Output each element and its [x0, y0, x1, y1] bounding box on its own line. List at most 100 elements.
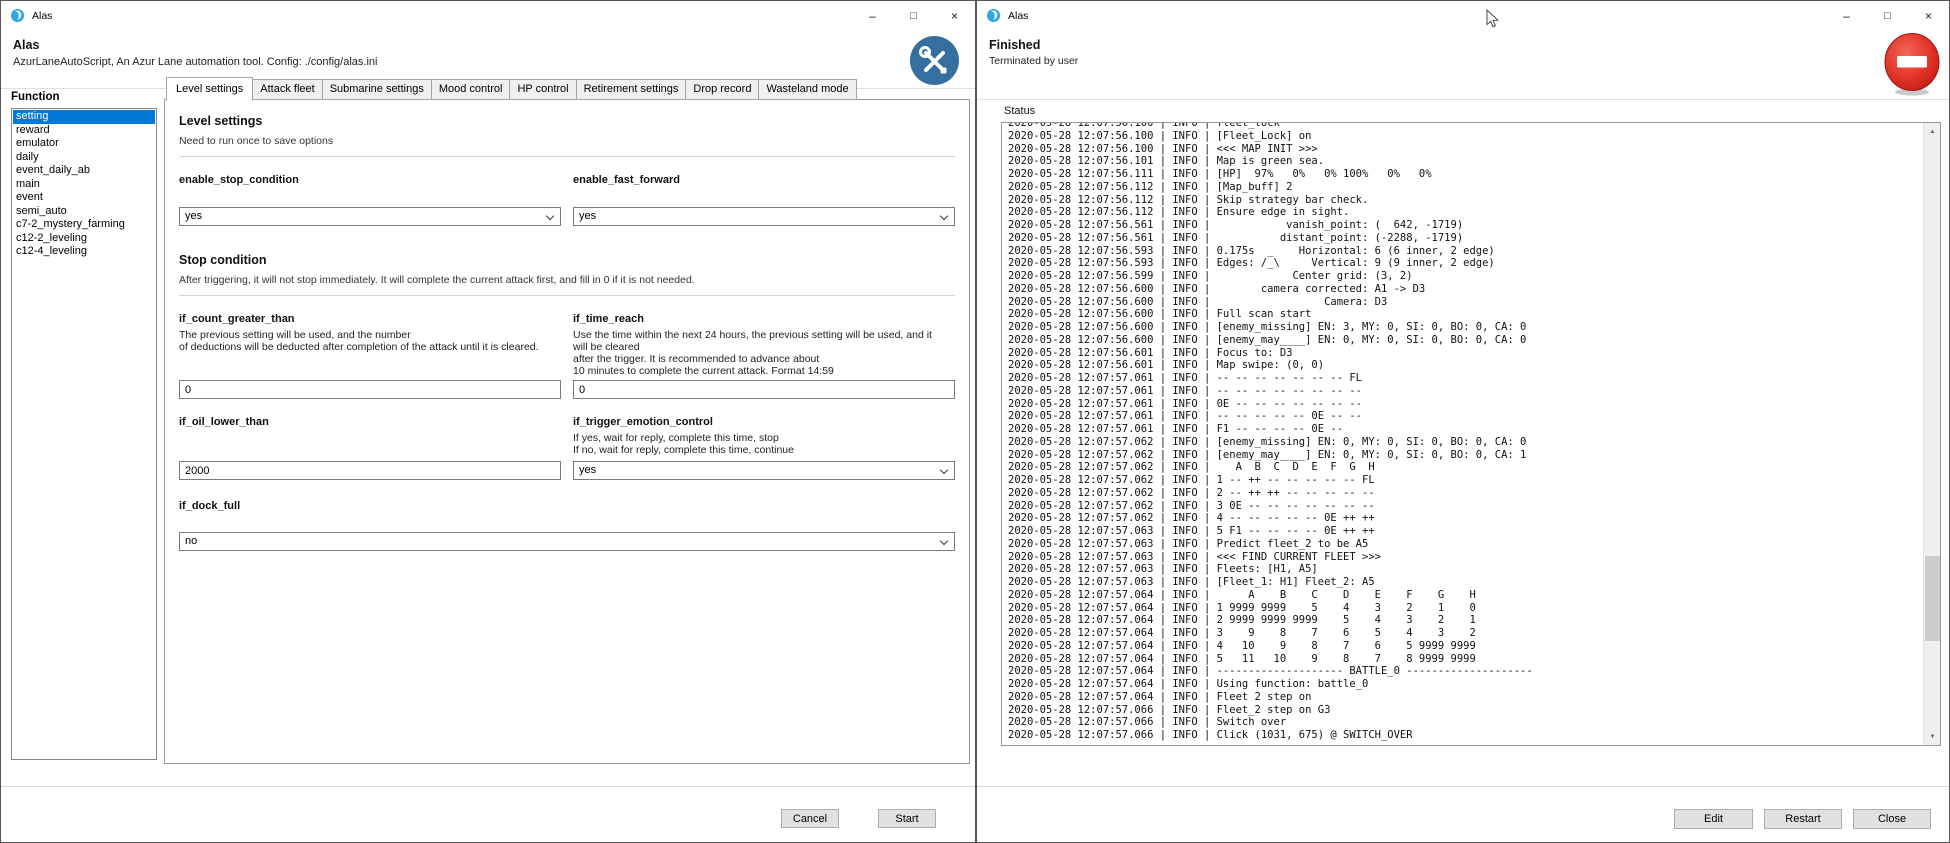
log-line: 2020-05-28 12:07:56.111 | INFO | [HP] 97…: [1008, 168, 1923, 181]
header: Finished Terminated by user: [977, 30, 1949, 100]
log-line: 2020-05-28 12:07:56.112 | INFO | Ensure …: [1008, 206, 1923, 219]
titlebar[interactable]: Alas – □ ×: [1, 1, 975, 30]
function-list-item[interactable]: event_daily_ab: [13, 164, 155, 178]
log-line: 2020-05-28 12:07:56.100 | INFO | [Fleet_…: [1008, 130, 1923, 143]
minimize-icon[interactable]: –: [1826, 1, 1867, 30]
log-line: 2020-05-28 12:07:57.062 | INFO | 4 -- --…: [1008, 512, 1923, 525]
tab[interactable]: Drop record: [685, 79, 759, 100]
log-line: 2020-05-28 12:07:57.063 | INFO | [Fleet_…: [1008, 576, 1923, 589]
scrollbar-thumb[interactable]: [1925, 556, 1940, 641]
log-line: 2020-05-28 12:07:56.600 | INFO | camera …: [1008, 283, 1923, 296]
if-count-greater-than-input[interactable]: [179, 380, 561, 399]
function-list-item[interactable]: c12-2_leveling: [13, 232, 155, 246]
tab[interactable]: Attack fleet: [252, 79, 322, 100]
log-line: 2020-05-28 12:07:56.600 | INFO | [enemy_…: [1008, 321, 1923, 334]
enable-fast-forward-select[interactable]: yes: [573, 207, 955, 226]
chevron-down-icon: [546, 212, 554, 220]
log-viewport: 2020-05-28 12:07:56.100 | INFO | fleet_l…: [1002, 123, 1923, 745]
log-line: 2020-05-28 12:07:57.064 | INFO | 5 11 10…: [1008, 653, 1923, 666]
if-oil-lower-than-input[interactable]: [179, 461, 561, 480]
log-line: 2020-05-28 12:07:57.064 | INFO | Fleet 2…: [1008, 691, 1923, 704]
cancel-button[interactable]: Cancel: [781, 809, 839, 828]
function-list-item[interactable]: emulator: [13, 137, 155, 151]
field-if-count-greater-than: if_count_greater_than The previous setti…: [179, 313, 561, 399]
field-desc: If yes, wait for reply, complete this ti…: [573, 432, 955, 456]
log-line: 2020-05-28 12:07:57.064 | INFO | 4 10 9 …: [1008, 640, 1923, 653]
maximize-icon[interactable]: □: [1867, 1, 1908, 30]
log-line: 2020-05-28 12:07:56.112 | INFO | Skip st…: [1008, 194, 1923, 207]
log-line: 2020-05-28 12:07:56.600 | INFO | Camera:…: [1008, 296, 1923, 309]
log-line: 2020-05-28 12:07:57.063 | INFO | Fleets:…: [1008, 563, 1923, 576]
log-line: 2020-05-28 12:07:57.063 | INFO | Predict…: [1008, 538, 1923, 551]
mouse-cursor: [1486, 9, 1499, 28]
start-button[interactable]: Start: [878, 809, 936, 828]
function-list-item[interactable]: c12-4_leveling: [13, 245, 155, 259]
log-line: 2020-05-28 12:07:57.062 | INFO | [enemy_…: [1008, 436, 1923, 449]
function-list-item[interactable]: setting: [13, 110, 155, 124]
if-time-reach-input[interactable]: [573, 380, 955, 399]
close-icon[interactable]: ×: [1908, 1, 1949, 30]
log-line: 2020-05-28 12:07:56.100 | INFO | fleet_l…: [1008, 123, 1923, 130]
maximize-icon[interactable]: □: [893, 1, 934, 30]
log-scrollbar[interactable]: ▲ ▼: [1923, 123, 1940, 745]
tab[interactable]: Retirement settings: [576, 79, 687, 100]
log-line: 2020-05-28 12:07:57.061 | INFO | -- -- -…: [1008, 385, 1923, 398]
status-title: Finished: [989, 38, 1040, 52]
log-line: 2020-05-28 12:07:57.064 | INFO | 2 9999 …: [1008, 614, 1923, 627]
scroll-up-icon[interactable]: ▲: [1924, 123, 1941, 140]
group-desc-stop-condition: After triggering, it will not stop immed…: [179, 274, 955, 286]
divider: [179, 295, 955, 296]
field-label: if_dock_full: [179, 500, 955, 512]
if-trigger-emotion-control-select[interactable]: yes: [573, 461, 955, 480]
log-line: 2020-05-28 12:07:57.064 | INFO | 1 9999 …: [1008, 602, 1923, 615]
field-label: enable_stop_condition: [179, 174, 561, 186]
log-line: 2020-05-28 12:07:57.064 | INFO | Using f…: [1008, 678, 1923, 691]
log-line: 2020-05-28 12:07:57.062 | INFO | 1 -- ++…: [1008, 474, 1923, 487]
titlebar[interactable]: Alas – □ ×: [977, 1, 1949, 30]
log-line: 2020-05-28 12:07:57.064 | INFO | -------…: [1008, 665, 1923, 678]
window-title: Alas: [32, 10, 52, 22]
field-label: enable_fast_forward: [573, 174, 955, 186]
log-line: 2020-05-28 12:07:57.061 | INFO | 0E -- -…: [1008, 398, 1923, 411]
tab[interactable]: Level settings: [166, 77, 253, 101]
tab[interactable]: Wasteland mode: [758, 79, 856, 100]
function-list-item[interactable]: main: [13, 178, 155, 192]
log-line: 2020-05-28 12:07:56.600 | INFO | [enemy_…: [1008, 334, 1923, 347]
field-label: if_time_reach: [573, 313, 955, 325]
close-button[interactable]: Close: [1853, 809, 1931, 829]
scroll-down-icon[interactable]: ▼: [1924, 728, 1941, 745]
alas-app-icon: [10, 8, 25, 23]
status-subtitle: Terminated by user: [989, 55, 1078, 67]
tab[interactable]: HP control: [509, 79, 576, 100]
function-list-item[interactable]: reward: [13, 124, 155, 138]
alas-status-window: Alas – □ × Finished Terminated by user S…: [976, 0, 1950, 843]
if-dock-full-select[interactable]: no: [179, 532, 955, 551]
divider: [179, 156, 955, 157]
close-icon[interactable]: ×: [934, 1, 975, 30]
function-label: Function: [11, 91, 60, 103]
function-list-item[interactable]: event: [13, 191, 155, 205]
function-list-item[interactable]: semi_auto: [13, 205, 155, 219]
field-enable-stop-condition: enable_stop_condition yes: [179, 174, 561, 226]
restart-button[interactable]: Restart: [1764, 809, 1842, 829]
field-enable-fast-forward: enable_fast_forward yes: [573, 174, 955, 226]
log-line: 2020-05-28 12:07:57.061 | INFO | F1 -- -…: [1008, 423, 1923, 436]
log-line: 2020-05-28 12:07:57.063 | INFO | <<< FIN…: [1008, 551, 1923, 564]
field-desc: The previous setting will be used, and t…: [179, 329, 561, 353]
log-line: 2020-05-28 12:07:57.062 | INFO | 2 -- ++…: [1008, 487, 1923, 500]
log-line: 2020-05-28 12:07:56.112 | INFO | [Map_bu…: [1008, 181, 1923, 194]
function-list-item[interactable]: daily: [13, 151, 155, 165]
log-line: 2020-05-28 12:07:57.064 | INFO | A B C D…: [1008, 589, 1923, 602]
minimize-icon[interactable]: –: [852, 1, 893, 30]
tab[interactable]: Submarine settings: [322, 79, 432, 100]
edit-button[interactable]: Edit: [1674, 809, 1753, 829]
field-label: if_oil_lower_than: [179, 416, 561, 428]
footer-divider: [977, 786, 1949, 787]
enable-stop-condition-select[interactable]: yes: [179, 207, 561, 226]
log-line: 2020-05-28 12:07:57.066 | INFO | Fleet_2…: [1008, 704, 1923, 717]
function-list-item[interactable]: c7-2_mystery_farming: [13, 218, 155, 232]
tab[interactable]: Mood control: [431, 79, 511, 100]
alas-config-window: Alas – □ × Alas AzurLaneAutoScript, An A…: [0, 0, 976, 843]
field-label: if_count_greater_than: [179, 313, 561, 325]
field-if-trigger-emotion-control: if_trigger_emotion_control If yes, wait …: [573, 416, 955, 480]
